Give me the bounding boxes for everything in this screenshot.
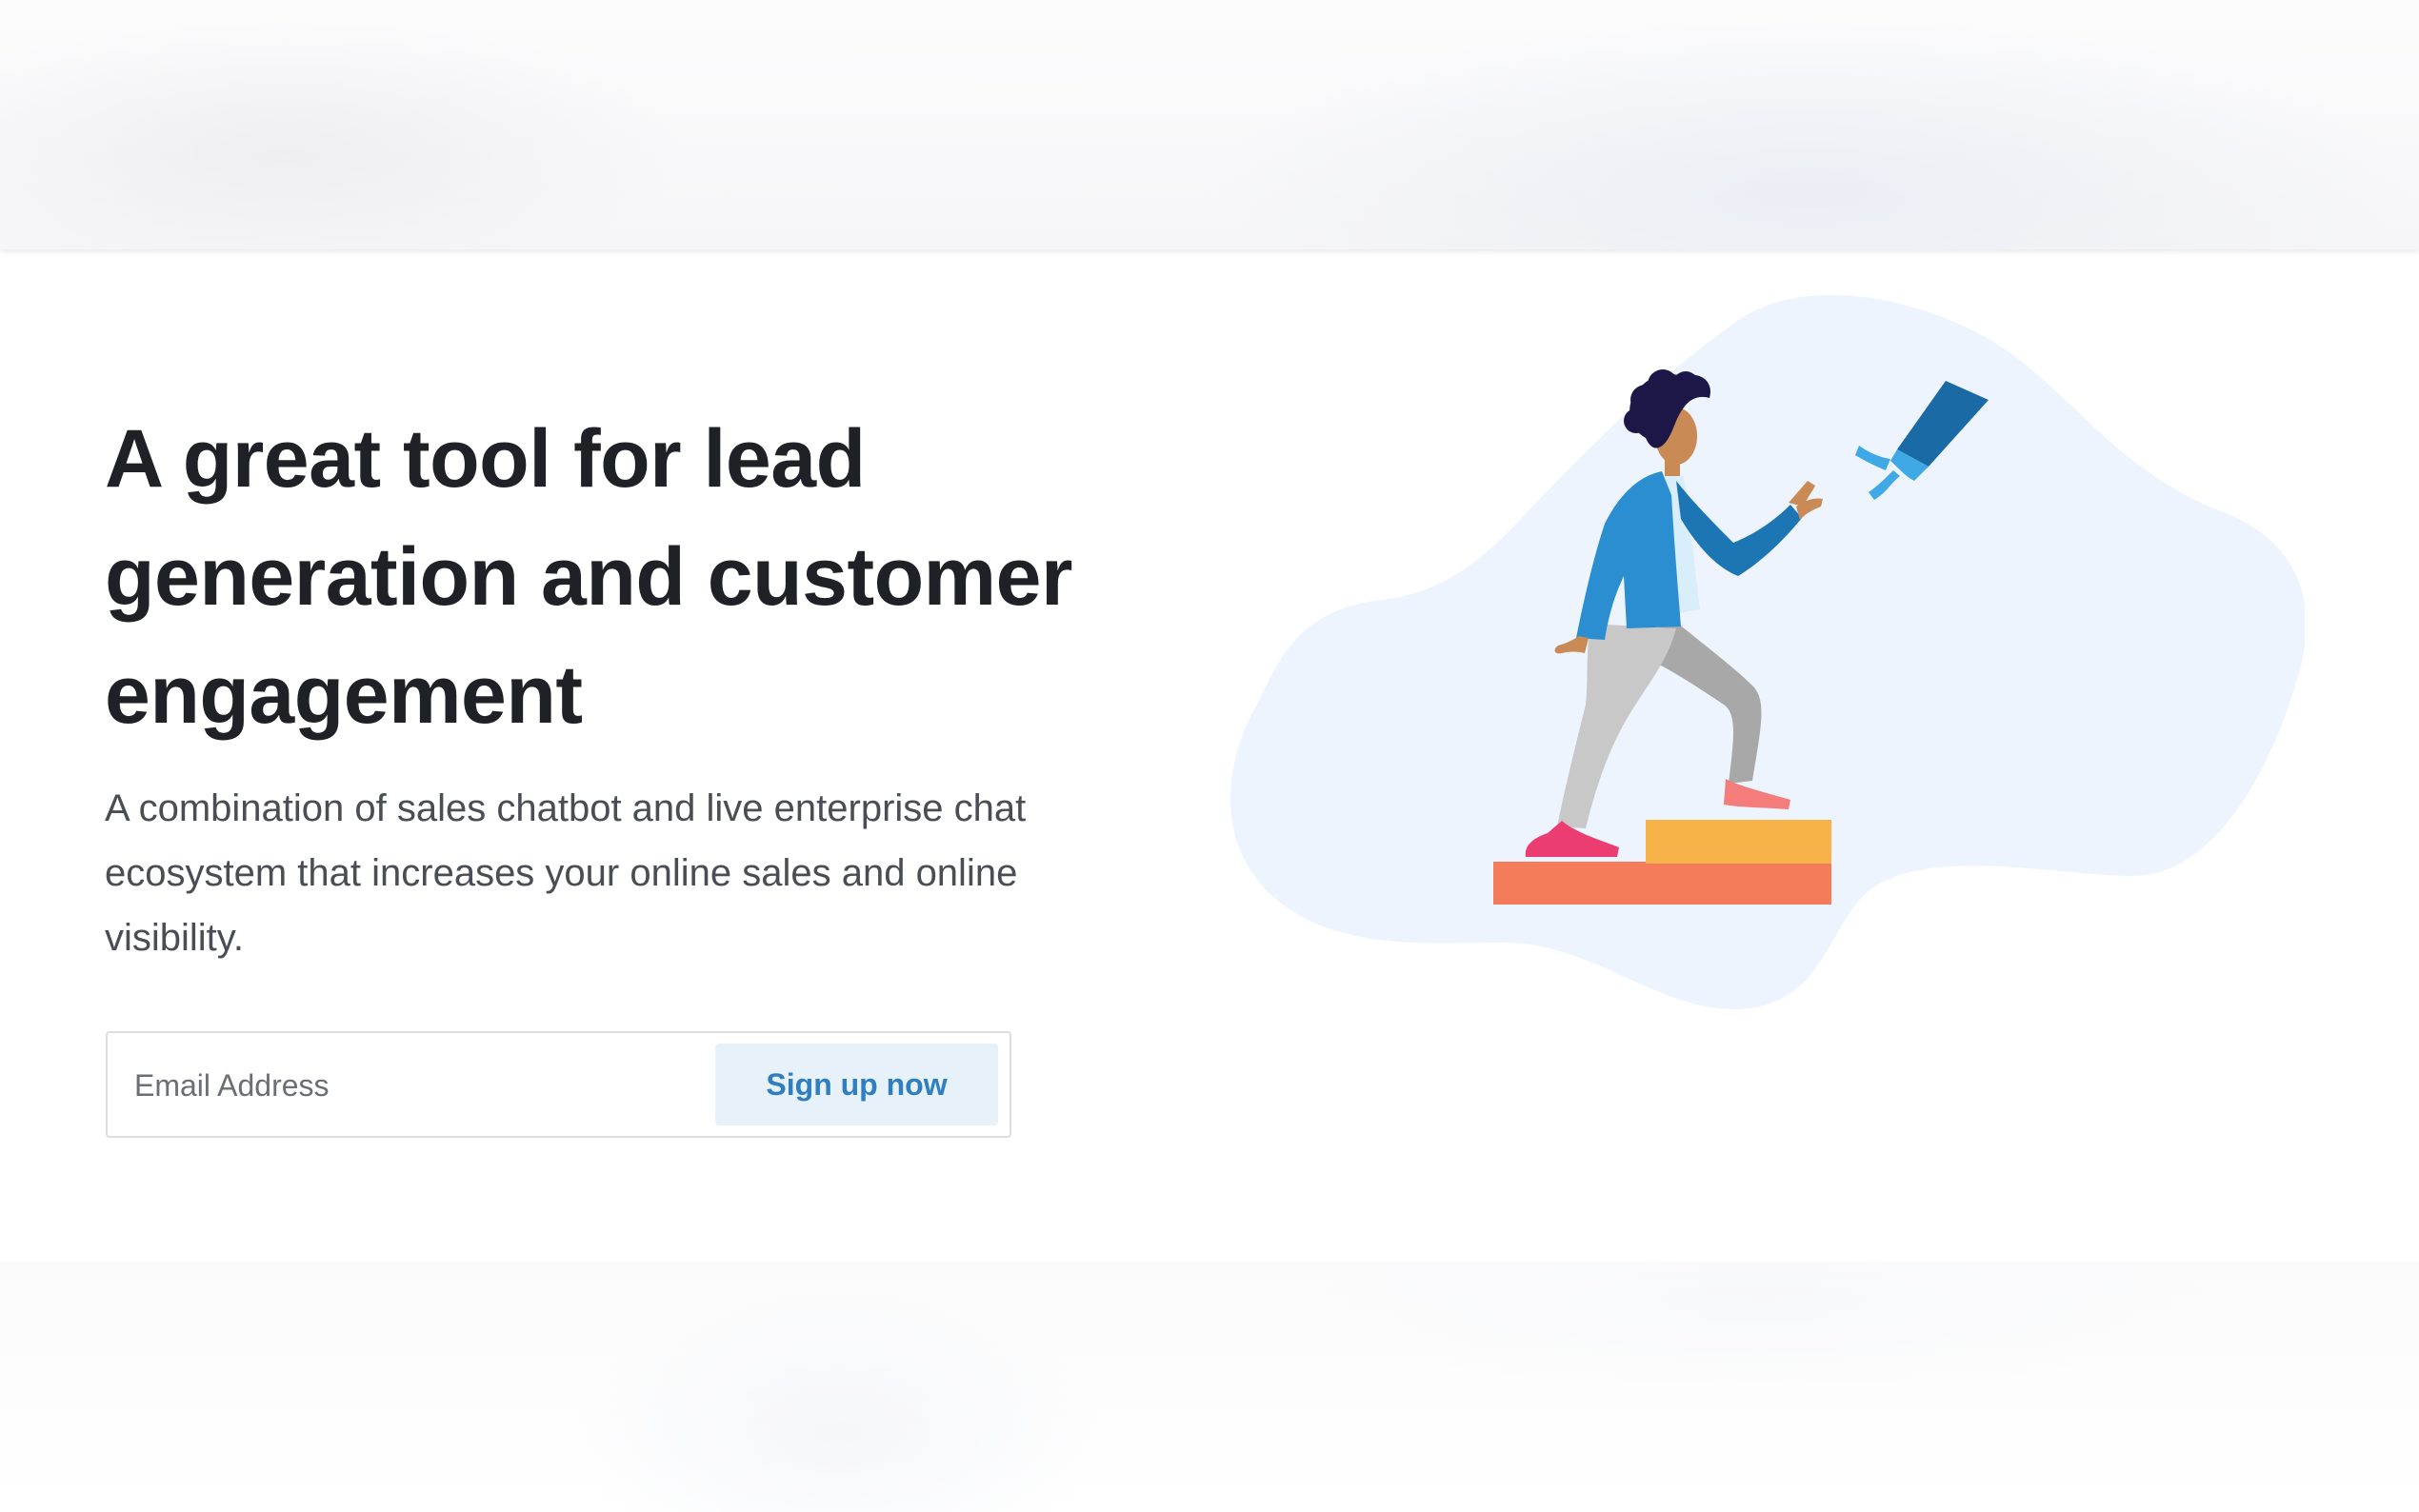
hero-title-line: generation and customer [105,531,1072,623]
hero-subtitle-line: visibility. [105,917,244,959]
step-bottom [1493,862,1831,905]
email-input[interactable] [134,1052,782,1119]
step-top [1646,820,1831,864]
hero-subtitle-line: A combination of sales chatbot and live … [105,787,1027,829]
page: A great tool for lead generation and cus… [0,0,2419,1512]
hero-illustration [1229,294,2305,1009]
hero-subtitle: A combination of sales chatbot and live … [105,776,1133,970]
hero-title-line: A great tool for lead [105,413,866,505]
hero-subtitle-line: ecosystem that increases your online sal… [105,852,1018,894]
hero-title-line: engagement [105,649,583,741]
hero-title: A great tool for lead generation and cus… [105,400,1152,754]
signup-form: Sign up now [106,1031,1011,1138]
sign-up-button[interactable]: Sign up now [715,1044,998,1125]
header-band [0,0,2419,249]
footer-band [0,1262,2419,1512]
